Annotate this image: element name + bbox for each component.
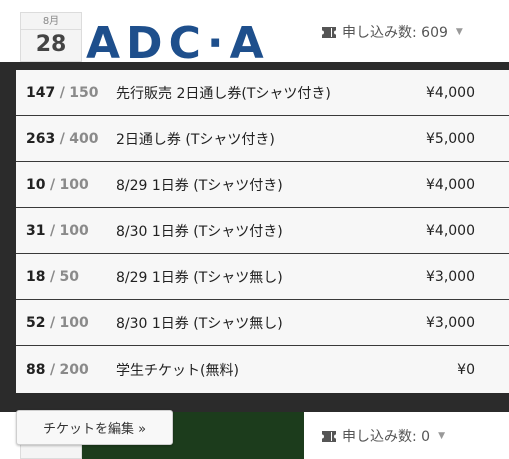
- ticket-icon: [322, 26, 336, 38]
- event-date: 8月 28: [20, 12, 82, 62]
- ticket-separator: /: [49, 314, 56, 331]
- ticket-capacity: 200: [59, 361, 89, 378]
- ticket-separator: /: [49, 222, 56, 239]
- ticket-capacity: 100: [59, 222, 89, 239]
- ticket-price: ¥3,000: [426, 314, 475, 331]
- ticket-row: 10 / 100 8/29 1日券 (Tシャツ付き) ¥4,000: [16, 162, 509, 208]
- ticket-price: ¥0: [457, 361, 475, 378]
- ticket-row: 18 / 50 8/29 1日券 (Tシャツ無し) ¥3,000: [16, 254, 509, 300]
- event-logo: ADC∙A: [86, 18, 270, 62]
- ticket-row: 52 / 100 8/30 1日券 (Tシャツ無し) ¥3,000: [16, 300, 509, 346]
- ticket-capacity: 150: [69, 84, 99, 101]
- ticket-price: ¥4,000: [426, 176, 475, 193]
- ticket-count: 31 / 100: [16, 223, 116, 239]
- ticket-count: 263 / 400: [16, 131, 116, 147]
- ticket-separator: /: [49, 361, 56, 378]
- ticket-sold: 18: [26, 268, 46, 285]
- ticket-price: ¥5,000: [426, 130, 475, 147]
- ticket-icon: [322, 430, 336, 442]
- ticket-separator: /: [49, 176, 56, 193]
- ticket-sold: 88: [26, 361, 46, 378]
- ticket-separator: /: [59, 84, 65, 101]
- ticket-row: 147 / 150 先行販売 2日通し券(Tシャツ付き) ¥4,000: [16, 70, 509, 116]
- event-banner-image[interactable]: ADC∙A: [82, 12, 304, 62]
- ticket-list: 147 / 150 先行販売 2日通し券(Tシャツ付き) ¥4,000 263 …: [16, 70, 509, 393]
- ticket-count: 52 / 100: [16, 315, 116, 331]
- caret-down-icon: ▼: [455, 27, 463, 37]
- ticket-sold: 31: [26, 222, 46, 239]
- ticket-count: 10 / 100: [16, 177, 116, 193]
- ticket-count: 147 / 150: [16, 85, 116, 101]
- event-card-1: 8月 28 ADC∙A 申し込み数: 609 ▼: [0, 0, 509, 62]
- event-day: 28: [35, 32, 67, 57]
- applications-count-dropdown[interactable]: 申し込み数: 0 ▼: [322, 426, 445, 446]
- ticket-row: 88 / 200 学生チケット(無料) ¥0: [16, 346, 509, 393]
- ticket-capacity: 50: [59, 268, 79, 285]
- ticket-separator: /: [49, 268, 56, 285]
- event-month: 8月: [21, 15, 81, 30]
- ticket-sold: 52: [26, 314, 46, 331]
- ticket-separator: /: [59, 130, 65, 147]
- caret-down-icon: ▼: [438, 431, 445, 441]
- ticket-capacity: 100: [59, 176, 89, 193]
- ticket-row: 263 / 400 2日通し券 (Tシャツ付き) ¥5,000: [16, 116, 509, 162]
- applications-count-label: 申し込み数: 609: [342, 25, 448, 41]
- applications-count-label: 申し込み数: 0: [342, 429, 431, 445]
- ticket-row: 31 / 100 8/30 1日券 (Tシャツ付き) ¥4,000: [16, 208, 509, 254]
- ticket-sold: 10: [26, 176, 46, 193]
- edit-tickets-button[interactable]: チケットを編集 »: [16, 410, 173, 445]
- ticket-sold: 263: [26, 130, 56, 147]
- applications-count-dropdown[interactable]: 申し込み数: 609 ▼: [322, 22, 463, 42]
- ticket-sold: 147: [26, 84, 56, 101]
- event-logo-text: ADC∙A: [86, 18, 270, 62]
- ticket-capacity: 100: [59, 314, 89, 331]
- ticket-price: ¥4,000: [426, 84, 475, 101]
- ticket-count: 18 / 50: [16, 269, 116, 285]
- ticket-price: ¥3,000: [426, 268, 475, 285]
- ticket-count: 88 / 200: [16, 362, 116, 378]
- ticket-capacity: 400: [69, 130, 99, 147]
- ticket-price: ¥4,000: [426, 222, 475, 239]
